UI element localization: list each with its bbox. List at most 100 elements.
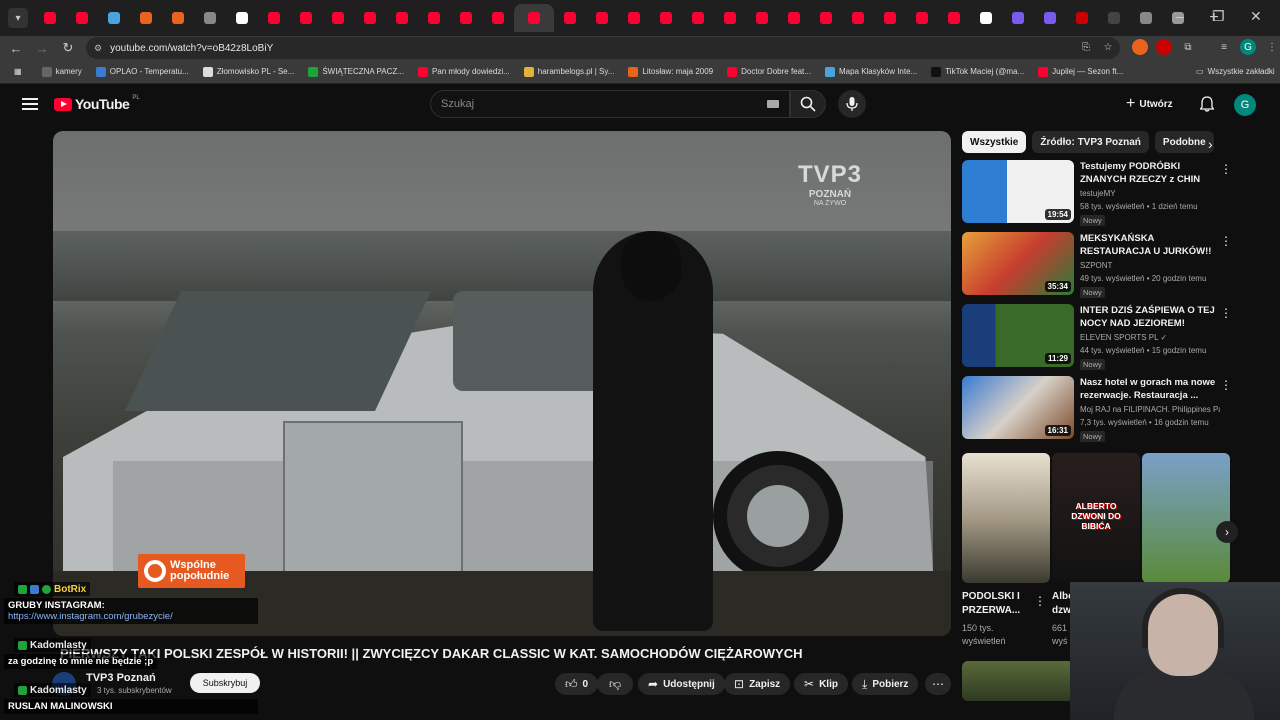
recommendation-thumbnail[interactable] [962,661,1074,701]
browser-tab[interactable] [130,4,162,32]
recommendation-channel[interactable]: SZPONT [1080,261,1220,270]
all-bookmarks-folder[interactable]: ▭ Wszystkie zakładki [1196,67,1275,76]
browser-tab[interactable] [162,4,194,32]
browser-tab[interactable] [34,4,66,32]
browser-tab[interactable] [386,4,418,32]
bookmark-item[interactable]: TikTok Maciej (@ma... [931,66,1024,77]
bookmark-item[interactable]: harambelogs.pl | Sy... [523,66,614,77]
more-vert-icon[interactable]: ⋮ [1220,162,1232,176]
search-input[interactable]: Szukaj [430,90,790,118]
youtube-logo[interactable]: YouTube PL [54,95,140,112]
browser-tab[interactable] [970,4,1002,32]
browser-tab[interactable] [682,4,714,32]
bookmark-item[interactable]: Jupilej — Sezon ft... [1038,66,1123,77]
short-thumbnail[interactable] [1142,453,1230,583]
filter-chip[interactable]: Podobne [1154,131,1214,153]
browser-tab[interactable] [258,4,290,32]
account-avatar[interactable]: G [1234,94,1256,116]
browser-tab[interactable] [938,4,970,32]
browser-tab[interactable] [1034,4,1066,32]
bookmark-item[interactable]: Mapa Klasyków Inte... [824,66,917,77]
browser-tab[interactable] [906,4,938,32]
browser-tab[interactable] [450,4,482,32]
browser-tab[interactable] [322,4,354,32]
media-control-icon[interactable]: ≡ [1216,39,1232,55]
minimize-button[interactable]: – [1176,8,1184,24]
close-window-button[interactable]: ✕ [1250,8,1262,25]
extensions-puzzle-icon[interactable]: ⧉ [1180,39,1196,55]
shorts-next-button[interactable]: › [1216,521,1238,543]
short-more-icon[interactable]: ⋮ [1034,594,1046,608]
extension-block-icon[interactable] [1156,39,1172,55]
more-actions-button[interactable]: ⋯ [925,673,951,695]
recommendation-title[interactable]: MEKSYKAŃSKA RESTAURACJA U JURKÓW!! (ROZG… [1080,232,1218,258]
filter-chip[interactable]: Źródło: TVP3 Poznań [1032,131,1149,153]
maximize-button[interactable]: ❐ [1212,8,1225,25]
browser-tab[interactable] [618,4,650,32]
menu-hamburger-icon[interactable] [22,98,38,110]
keyboard-icon[interactable] [767,100,779,108]
back-button[interactable]: ← [6,38,26,58]
chevron-right-icon[interactable]: › [1208,136,1213,152]
tab-search-icon[interactable]: ▾ [8,8,28,28]
recommendation-thumbnail[interactable]: 19:54 [962,160,1074,223]
browser-tab[interactable] [842,4,874,32]
browser-tab[interactable] [746,4,778,32]
voice-search-button[interactable] [838,90,866,118]
recommendation-thumbnail[interactable]: 35:34 [962,232,1074,295]
recommendation-item[interactable]: 11:29 INTER DZIŚ ZAŚPIEWA O TEJ NOCY NAD… [962,304,1262,370]
bookmark-item[interactable]: Pan młody dowiedzi... [417,66,510,77]
filter-chip[interactable]: Wszystkie [962,131,1027,153]
browser-tab[interactable] [226,4,258,32]
browser-tab[interactable] [290,4,322,32]
extension-icon[interactable] [1132,39,1148,55]
browser-profile-avatar[interactable]: G [1240,39,1256,55]
browser-tab[interactable] [650,4,682,32]
browser-tab[interactable] [482,4,514,32]
bookmark-item[interactable]: kamery [41,66,82,77]
recommendation-channel[interactable]: testujeMY [1080,189,1220,198]
share-button[interactable]: ➦ Udostępnij [638,673,725,695]
bookmark-item[interactable]: Złomowisko PL - Se... [202,66,294,77]
forward-button[interactable]: → [32,38,52,58]
like-button[interactable]: 👍︎ 0 [555,673,599,695]
bookmark-item[interactable]: Doctor Dobre feat... [727,66,811,77]
short-title[interactable]: PODOLSKI I PRZERWA... [962,590,1020,618]
browser-tab[interactable] [98,4,130,32]
more-vert-icon[interactable]: ⋮ [1220,234,1232,248]
bookmark-item[interactable]: ŚWIĄTECZNA PACZ... [308,66,404,77]
recommendation-title[interactable]: Nasz hotel w gorach ma nowe rezerwacje. … [1080,376,1218,402]
search-button[interactable] [790,90,826,118]
recommendation-item[interactable]: 19:54 Testujemy PODRÓBKI ZNANYCH RZECZY … [962,160,1262,226]
browser-tab[interactable] [714,4,746,32]
browser-tab[interactable] [1002,4,1034,32]
browser-tab[interactable] [1066,4,1098,32]
browser-tab[interactable] [1130,4,1162,32]
browser-tab[interactable] [586,4,618,32]
recommendation-title[interactable]: INTER DZIŚ ZAŚPIEWA O TEJ NOCY NAD JEZIO… [1080,304,1218,330]
recommendation-item[interactable]: 35:34 MEKSYKAŃSKA RESTAURACJA U JURKÓW!!… [962,232,1262,298]
site-info-icon[interactable]: ⚙ [94,43,102,54]
short-thumbnail[interactable] [962,453,1050,583]
browser-tab[interactable] [354,4,386,32]
cast-icon[interactable]: ⎘ [1078,39,1094,55]
browser-tab[interactable] [554,4,586,32]
recommendation-channel[interactable]: Moj RAJ na FILIPINACH. Philippines Par..… [1080,405,1220,414]
recommendation-channel[interactable]: ELEVEN SPORTS PL ✓ [1080,333,1220,342]
dislike-button[interactable]: 👎︎ [597,673,634,695]
more-vert-icon[interactable]: ⋮ [1220,306,1232,320]
more-vert-icon[interactable]: ⋮ [1220,378,1232,392]
notifications-button[interactable] [1198,95,1216,113]
apps-grid-icon[interactable]: ▦ [14,67,22,76]
create-button[interactable]: + Utwórz [1126,95,1173,113]
bookmark-item[interactable]: OPLAO - Temperatu... [95,66,189,77]
recommendation-title[interactable]: Testujemy PODRÓBKI ZNANYCH RZECZY z CHIN [1080,160,1218,186]
save-button[interactable]: ⊡ Zapisz [724,673,791,695]
browser-tab[interactable] [514,4,554,32]
bookmark-item[interactable]: Litosław: maja 2009 [628,66,713,77]
browser-tab[interactable] [66,4,98,32]
short-thumbnail[interactable]: ALBERTO DZWONI DO BIBIĆA [1052,453,1140,583]
recommendation-thumbnail[interactable]: 11:29 [962,304,1074,367]
recommendation-thumbnail[interactable]: 16:31 [962,376,1074,439]
browser-menu-icon[interactable]: ⋮ [1264,39,1280,55]
